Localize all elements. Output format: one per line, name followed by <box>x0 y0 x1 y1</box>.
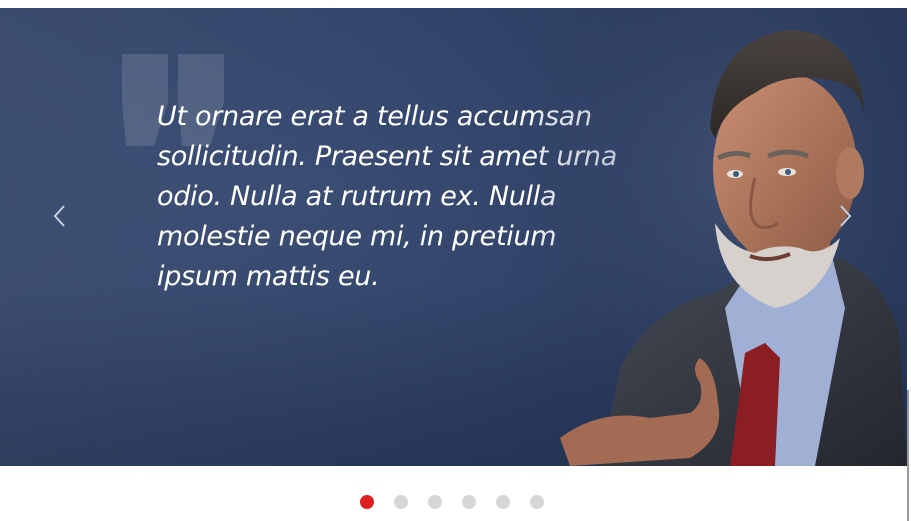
pagination-dots <box>360 495 544 511</box>
chevron-right-icon <box>840 205 852 227</box>
pagination-dot-4[interactable] <box>462 495 476 509</box>
pagination-dot-1[interactable] <box>360 495 374 509</box>
pagination-dot-3[interactable] <box>428 495 442 509</box>
chevron-left-icon <box>53 205 65 227</box>
previous-slide-button[interactable] <box>47 200 71 232</box>
scrollbar-edge <box>907 390 909 521</box>
pagination-dot-5[interactable] <box>496 495 510 509</box>
top-border <box>0 0 907 8</box>
slide: Ut ornare erat a tellus accumsan sollici… <box>0 8 907 466</box>
pagination-dot-2[interactable] <box>394 495 408 509</box>
next-slide-button[interactable] <box>834 200 858 232</box>
speaker-photo <box>540 8 907 466</box>
pagination-dot-6[interactable] <box>530 495 544 509</box>
testimonial-carousel: Ut ornare erat a tellus accumsan sollici… <box>0 0 911 521</box>
